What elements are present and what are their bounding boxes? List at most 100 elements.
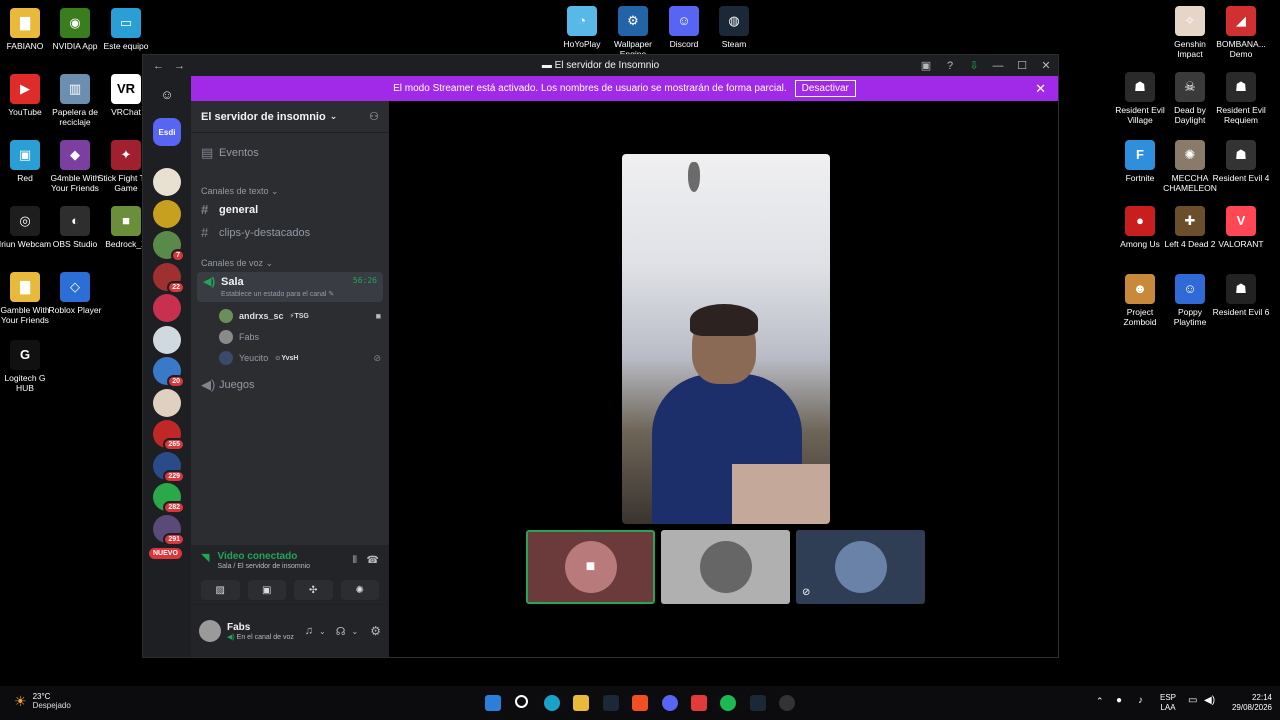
noise-suppression-icon[interactable]: ⦀	[353, 555, 357, 566]
server-icon-2[interactable]: 7	[153, 231, 185, 262]
member-name: andrxs_sc	[239, 311, 284, 321]
app-red-icon[interactable]	[691, 695, 707, 711]
participant-tile-2[interactable]	[661, 530, 790, 604]
text-category[interactable]: Canales de texto ⌄	[201, 186, 279, 197]
back-arrow-icon[interactable]: ←	[153, 60, 164, 72]
top-desktop-icon-1[interactable]: ⚙Wallpaper Engine	[604, 6, 662, 59]
screen-share-button[interactable]: ▣	[247, 580, 286, 600]
inbox-icon[interactable]: ▣	[914, 55, 938, 76]
invite-people-icon[interactable]: ⚇	[369, 110, 379, 123]
obs-icon[interactable]	[779, 695, 795, 711]
server-icon-9[interactable]: 229	[153, 451, 185, 483]
right-desktop-icon-9[interactable]: ✚ Left 4 Dead 2	[1161, 206, 1219, 249]
start-windows-icon[interactable]	[485, 695, 501, 711]
steam-icon-2[interactable]	[750, 695, 766, 711]
right-desktop-icon-13[interactable]: ☗ Resident Evil 6	[1212, 274, 1270, 317]
right-desktop-icon-0[interactable]: ✧ Genshin Impact	[1161, 6, 1219, 59]
minimize-button[interactable]: —	[986, 55, 1010, 76]
spotify-icon[interactable]	[720, 695, 736, 711]
server-icon-3[interactable]: 22	[153, 262, 185, 294]
deactivate-streamer-button[interactable]: Desactivar	[794, 80, 856, 97]
server-icon-10[interactable]: 282	[153, 483, 185, 514]
voice-category[interactable]: Canales de voz ⌄	[201, 258, 273, 269]
left-desktop-icon-10[interactable]: ◐ OBS Studio	[46, 206, 104, 249]
left-desktop-icon-1[interactable]: ◉ NVIDIA App	[46, 8, 104, 51]
language-indicator[interactable]: ESP LAA	[1160, 693, 1176, 713]
main-video-feed[interactable]	[622, 154, 830, 524]
left-desktop-icon-14[interactable]: G Logitech G HUB	[0, 340, 54, 393]
brave-browser-icon[interactable]	[632, 695, 648, 711]
microphone-icon[interactable]: ♫	[305, 625, 313, 637]
voice-location[interactable]: Sala / El servidor de insomnio	[217, 563, 310, 570]
server-icon-11[interactable]: 291	[153, 514, 185, 546]
avatar[interactable]	[199, 620, 221, 642]
nuevo-badge[interactable]: NUEVO	[149, 548, 182, 559]
edge-browser-icon[interactable]	[544, 695, 560, 711]
participant-tile-1[interactable]: ■	[526, 530, 655, 604]
notification-badge: 282	[163, 501, 185, 514]
signal-icon[interactable]: ◥	[201, 551, 209, 564]
right-desktop-icon-4[interactable]: ☗ Resident Evil Requiem	[1212, 72, 1270, 125]
settings-gear-icon[interactable]: ⚙	[370, 624, 381, 638]
member-fabs[interactable]: Fabs	[219, 330, 381, 344]
server-icon-1[interactable]	[153, 199, 181, 228]
tray-mic-icon[interactable]: ♪	[1138, 695, 1143, 706]
steam-icon[interactable]	[603, 695, 619, 711]
headphones-icon[interactable]: ☊	[336, 625, 346, 638]
server-icon-0[interactable]	[153, 168, 181, 196]
server-icon-5[interactable]	[153, 325, 181, 354]
discord-home-icon[interactable]: ☺	[153, 80, 181, 108]
right-desktop-icon-3[interactable]: ☠ Dead by Daylight	[1161, 72, 1219, 125]
help-icon[interactable]: ?	[938, 55, 962, 76]
banner-close-icon[interactable]: ✕	[1035, 81, 1046, 97]
right-desktop-icon-6[interactable]: ✺ MECCHA CHAMELEON	[1161, 140, 1219, 193]
pencil-icon: ✎	[328, 291, 335, 298]
soundboard-button[interactable]: ✺	[340, 580, 379, 600]
right-desktop-icon-1[interactable]: ◢ BOMBANA... Demo	[1212, 6, 1270, 59]
member-tag: ☺YvsH	[274, 354, 299, 362]
maximize-button[interactable]: ☐	[1010, 55, 1034, 76]
chevron-down-icon[interactable]: ⌄	[319, 627, 326, 636]
channel-general[interactable]: # general	[201, 202, 381, 217]
member-andrxs[interactable]: andrxs_sc ⚡TSG ■	[219, 309, 381, 323]
clock[interactable]: 22:14 29/08/2026	[1222, 693, 1272, 713]
top-desktop-icon-0[interactable]: ◔ HoYoPlay	[553, 6, 611, 49]
right-desktop-icon-12[interactable]: ☺ Poppy Playtime	[1161, 274, 1219, 327]
left-desktop-icon-7[interactable]: ◆ G4mble With Your Friends	[46, 140, 104, 193]
server-icon-7[interactable]	[153, 388, 181, 417]
right-desktop-icon-7[interactable]: ☗ Resident Evil 4	[1212, 140, 1270, 183]
activities-button[interactable]: ✣	[294, 580, 333, 600]
discord-taskbar-icon[interactable]	[662, 695, 678, 711]
server-icon-4[interactable]	[153, 294, 181, 322]
left-desktop-icon-2[interactable]: ▭ Este equipo	[97, 8, 155, 51]
file-explorer-icon[interactable]	[573, 695, 589, 711]
close-window-button[interactable]: ✕	[1034, 55, 1058, 76]
disconnect-icon[interactable]: ☎	[367, 555, 379, 566]
left-desktop-icon-13[interactable]: ◇ Roblox Player	[46, 272, 104, 315]
download-icon[interactable]: ⇩	[962, 55, 986, 76]
voice-channel-sala[interactable]: ◀) Sala 56:26 Establece un estado para e…	[197, 272, 383, 302]
volume-icon[interactable]: ◀)	[1204, 695, 1215, 706]
voice-channel-juegos[interactable]: ◀) Juegos	[201, 377, 381, 393]
left-desktop-icon-4[interactable]: ▥ Papelera de reciclaje	[46, 74, 104, 127]
chevron-up-icon[interactable]: ⌃	[1096, 696, 1104, 707]
voice-status-text[interactable]: Establece un estado para el canal ✎	[221, 290, 334, 298]
server-icon-8[interactable]: 265	[153, 420, 185, 451]
server-icon-6[interactable]: 20	[153, 357, 185, 388]
chevron-down-icon[interactable]: ⌄	[352, 627, 359, 636]
participant-tile-3[interactable]: ⊘	[796, 530, 925, 604]
member-yeucito[interactable]: Yeucito ☺YvsH ⊘	[219, 351, 381, 365]
channel-clips[interactable]: # clips-y-destacados	[201, 225, 381, 240]
server-header[interactable]: El servidor de insomnio ⌄ ⚇	[191, 101, 389, 133]
right-desktop-icon-10[interactable]: V VALORANT	[1212, 206, 1270, 249]
weather-widget[interactable]: ☀ 23°C Despejado	[14, 692, 71, 710]
tray-app-icon[interactable]: ●	[1116, 695, 1122, 706]
server-esdi[interactable]: Esdi	[153, 118, 181, 146]
search-icon[interactable]	[515, 695, 528, 708]
events-item[interactable]: ▤ Eventos	[201, 145, 381, 161]
top-desktop-icon-3[interactable]: ◍ Steam	[705, 6, 763, 49]
network-icon[interactable]: ▭	[1188, 695, 1197, 706]
camera-off-button[interactable]: ▨	[201, 580, 240, 600]
forward-arrow-icon[interactable]: →	[174, 60, 185, 72]
desktop-icon-label: Left 4 Dead 2	[1164, 239, 1216, 249]
